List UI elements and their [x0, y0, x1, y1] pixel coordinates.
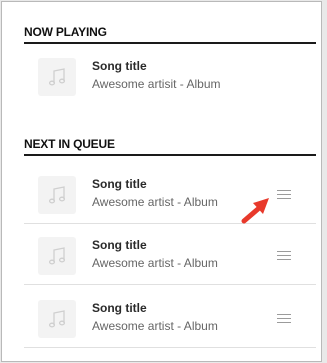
- song-title: Song title: [92, 59, 147, 73]
- song-title: Song title: [92, 301, 147, 315]
- queue-panel: NOW PLAYING Song title Awesome artisit -…: [1, 1, 322, 362]
- song-title: Song title: [92, 177, 147, 191]
- album-art: [38, 58, 76, 96]
- music-note-icon: [48, 247, 66, 265]
- now-playing-header: NOW PLAYING: [24, 24, 316, 44]
- music-note-icon: [48, 68, 66, 86]
- album-art: [38, 300, 76, 338]
- album-art: [38, 237, 76, 275]
- queue-item[interactable]: Song title Awesome artist - Album: [24, 290, 316, 348]
- next-in-queue-header: NEXT IN QUEUE: [24, 136, 316, 156]
- drag-handle-icon[interactable]: [277, 190, 291, 200]
- drag-handle-icon[interactable]: [277, 314, 291, 324]
- album-art: [38, 176, 76, 214]
- music-note-icon: [48, 186, 66, 204]
- song-title: Song title: [92, 238, 147, 252]
- drag-handle-icon[interactable]: [277, 251, 291, 261]
- song-subtitle: Awesome artist - Album: [92, 256, 218, 270]
- queue-item[interactable]: Song title Awesome artist - Album: [24, 227, 316, 285]
- now-playing-item[interactable]: Song title Awesome artisit - Album: [24, 48, 316, 106]
- song-subtitle: Awesome artisit - Album: [92, 77, 221, 91]
- song-subtitle: Awesome artist - Album: [92, 319, 218, 333]
- red-arrow-icon: [241, 198, 269, 224]
- song-subtitle: Awesome artist - Album: [92, 195, 218, 209]
- music-note-icon: [48, 310, 66, 328]
